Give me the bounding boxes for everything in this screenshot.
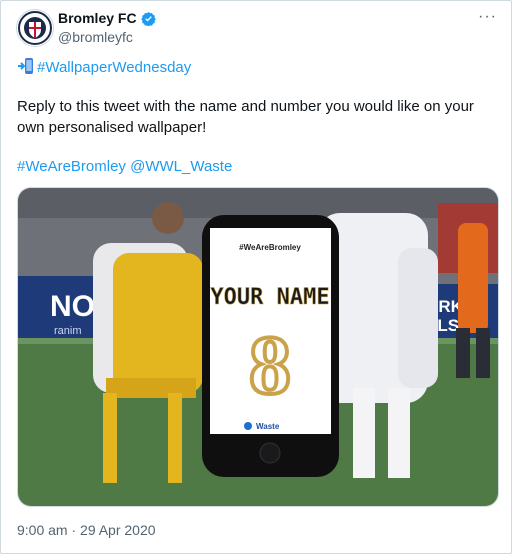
shirt-number-text: 8 xyxy=(249,319,291,412)
tweet-line-3: own personalised wallpaper! xyxy=(17,119,207,136)
ad-board-left-sub: ranim xyxy=(54,325,82,337)
verified-badge-icon xyxy=(140,11,156,26)
avatar[interactable] xyxy=(16,9,54,47)
mobile-phone-arrow-icon xyxy=(18,58,33,74)
sponsor-logo-icon xyxy=(244,422,252,430)
ad-board-left-text: NO xyxy=(50,290,95,323)
club-crest-icon xyxy=(18,11,52,45)
author-handle[interactable]: @bromleyfc xyxy=(58,29,133,45)
shirt-name-text: YOUR NAME xyxy=(210,285,329,310)
display-name[interactable]: Bromley FC xyxy=(58,10,137,26)
mention-wwl-waste[interactable]: @WWL_Waste xyxy=(130,158,232,175)
tweet-card: Bromley FC @bromleyfc ··· #WallpaperWedn… xyxy=(0,0,512,554)
tweet-line-4: #WeAreBromley @WWL_Waste xyxy=(17,157,232,177)
tweet-line-2: Reply to this tweet with the name and nu… xyxy=(17,98,474,115)
tweet-media-image[interactable]: NO ranim VARK TALS #W xyxy=(17,187,499,507)
tweet-line-1: #WallpaperWednesday xyxy=(17,57,191,78)
tweet-timestamp[interactable]: 9:00 am · 29 Apr 2020 xyxy=(17,522,156,538)
phone-header-text: #WeAreBromley xyxy=(239,243,301,252)
more-options-button[interactable]: ··· xyxy=(478,9,497,25)
sponsor-text: Waste xyxy=(256,422,280,431)
hashtag-wearebromley[interactable]: #WeAreBromley xyxy=(17,158,126,175)
wallpaper-photo: NO ranim VARK TALS #W xyxy=(18,188,498,506)
hashtag-wallpaperwednesday[interactable]: #WallpaperWednesday xyxy=(37,59,191,76)
